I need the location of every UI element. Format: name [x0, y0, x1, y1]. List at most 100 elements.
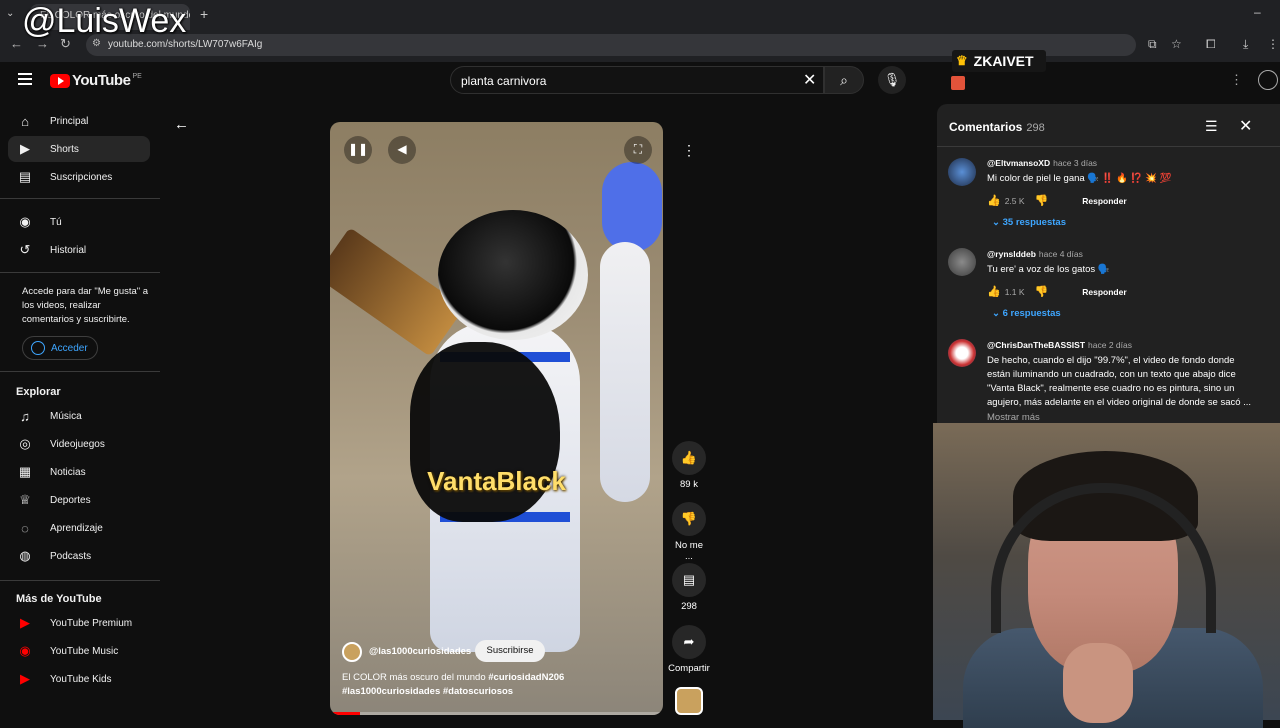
fullscreen-button[interactable]: ⛶: [624, 136, 652, 164]
channel-name[interactable]: @las1000curiosidades: [369, 646, 471, 657]
view-replies-button[interactable]: ⌄ 35 respuestas: [992, 217, 1066, 228]
menu-icon[interactable]: [18, 73, 32, 85]
video-progress-bar[interactable]: [330, 712, 663, 715]
trophy-icon: ♕: [19, 492, 31, 507]
channel-avatar[interactable]: [342, 642, 362, 662]
sidebar-item-noticias[interactable]: ▦ Noticias: [8, 459, 150, 485]
comment-username: @EltvmansoXD: [987, 158, 1051, 168]
history-icon: ↺: [19, 242, 31, 257]
reply-button[interactable]: Responder: [1082, 287, 1126, 297]
comment-time: hace 4 días: [1038, 249, 1083, 259]
like-button[interactable]: 👍 89 k: [671, 441, 707, 490]
streamer-watermark: @LuisWex: [22, 2, 187, 40]
sidebar-item-principal[interactable]: ⌂ Principal: [8, 108, 150, 134]
account-avatar-icon[interactable]: [1258, 70, 1278, 90]
webcam-overlay: [933, 423, 1280, 728]
minimize-icon[interactable]: –: [1254, 5, 1261, 19]
channel-thumbnail[interactable]: [675, 687, 703, 715]
show-more-link[interactable]: Mostrar más: [987, 412, 1040, 423]
comment-avatar[interactable]: [948, 339, 976, 367]
sidebar-item-aprendizaje[interactable]: ◌ Aprendizaje: [8, 515, 150, 541]
sidebar-item-shorts[interactable]: ▶ Shorts: [8, 136, 150, 162]
comment-text: Tu ere' a voz de los gatos 🗣️: [987, 264, 1110, 275]
hashtags[interactable]: #las1000curiosidades #datoscuriosos: [342, 686, 513, 697]
back-arrow-icon[interactable]: ←: [174, 116, 189, 133]
search-input[interactable]: planta carnivora: [450, 66, 824, 94]
sidebar-item-deportes[interactable]: ♕ Deportes: [8, 487, 150, 513]
more-youtube-title: Más de YouTube: [16, 593, 102, 605]
view-replies-button[interactable]: ⌄ 6 respuestas: [992, 308, 1061, 319]
clear-search-icon[interactable]: ✕: [803, 70, 816, 90]
sidebar-item-label: Aprendizaje: [50, 522, 103, 534]
replies-count: 35 respuestas: [1002, 217, 1066, 228]
download-icon[interactable]: ⤓: [1243, 37, 1248, 52]
dislike-button[interactable]: 👎 No me ...: [671, 502, 707, 562]
thumbs-down-icon: 👎: [672, 502, 706, 536]
webcam-hand: [1063, 643, 1133, 723]
comment-time: hace 3 días: [1053, 158, 1098, 168]
youtube-premium-icon: ▶: [20, 615, 30, 630]
comment-avatar[interactable]: [948, 248, 976, 276]
shorts-icon: ▶: [20, 141, 30, 156]
comment-actions: 👍 1.1 K 👎 Responder: [987, 285, 1127, 298]
comments-panel: Comentarios 298 ☰ ✕ @EltvmansoXD hace 3 dí…: [937, 104, 1280, 434]
subscribe-button[interactable]: Suscribirse: [475, 640, 545, 662]
sidebar-item-tu[interactable]: ◉ Tú: [8, 209, 150, 235]
sidebar-item-podcasts[interactable]: ◍ Podcasts: [8, 543, 150, 569]
hashtag[interactable]: #curiosidadN206: [488, 672, 564, 683]
dislike-icon[interactable]: 👎: [1035, 285, 1049, 298]
signin-prompt: Accede para dar "Me gusta" a los videos,…: [22, 286, 149, 325]
sidebar-item-videojuegos[interactable]: ◎ Videojuegos: [8, 431, 150, 457]
youtube-music-icon: ◉: [19, 643, 31, 658]
dislike-icon[interactable]: 👎: [1035, 194, 1049, 207]
tab-list-icon[interactable]: ⌄: [6, 8, 14, 19]
signin-button[interactable]: Acceder: [22, 336, 98, 360]
sidebar-item-youtube-kids[interactable]: ▶ YouTube Kids: [8, 666, 150, 692]
install-icon[interactable]: ⧉: [1148, 37, 1157, 52]
video-title[interactable]: El COLOR más oscuro del mundo #curiosida…: [342, 671, 642, 699]
sidebar-item-label: Música: [50, 410, 82, 422]
browser-menu-icon[interactable]: ⋮: [1267, 37, 1279, 51]
video-overlay-text: VantaBlack: [427, 466, 566, 496]
youtube-play-icon: [50, 73, 70, 88]
comment-text: De hecho, cuando el dijo "99.7%", el vid…: [987, 355, 1252, 408]
close-icon[interactable]: ✕: [1239, 116, 1252, 136]
like-icon[interactable]: 👍: [987, 285, 1001, 298]
sidebar-item-youtube-music[interactable]: ◉ YouTube Music: [8, 638, 150, 664]
comment-author[interactable]: @ChrisDanTheBASSIST hace 2 días: [987, 340, 1132, 350]
youtube-logo[interactable]: YouTube PE: [50, 72, 142, 89]
comment-author[interactable]: @EltvmansoXD hace 3 días: [987, 158, 1097, 168]
voice-search-button[interactable]: 🎙: [878, 66, 906, 94]
sidebar-item-musica[interactable]: ♫ Música: [8, 403, 150, 429]
sidebar-divider: [0, 371, 160, 372]
search-icon: ⌕: [840, 72, 848, 88]
bookmark-star-icon[interactable]: ☆: [1171, 37, 1182, 51]
like-icon[interactable]: 👍: [987, 194, 1001, 207]
streamer-badge: ♛ ZKAIVET: [952, 50, 1046, 72]
comment-avatar[interactable]: [948, 158, 976, 186]
share-icon: ➦: [672, 625, 706, 659]
extensions-icon[interactable]: ⧠: [1206, 37, 1216, 52]
comments-button[interactable]: ▤ 298: [671, 563, 707, 612]
comment-author[interactable]: @rynslddeb hace 4 días: [987, 249, 1083, 259]
short-video-player[interactable]: ❚❚ ◀ ⛶ VantaBlack @las1000curiosidades S…: [330, 122, 663, 715]
sidebar-item-label: Suscripciones: [50, 171, 113, 183]
pause-button[interactable]: ❚❚: [344, 136, 372, 164]
crown-icon: ♛: [956, 53, 968, 68]
streamer-name: ZKAIVET: [973, 53, 1034, 69]
more-options-icon[interactable]: ⋮: [682, 142, 696, 159]
new-tab-icon[interactable]: +: [200, 6, 208, 22]
sidebar-item-youtube-premium[interactable]: ▶ YouTube Premium: [8, 610, 150, 636]
comment-icon: ▤: [672, 563, 706, 597]
tab-bar: ⌄ EL COLOR más oscuro del mundo + –: [0, 0, 1280, 30]
reply-button[interactable]: Responder: [1082, 196, 1126, 206]
volume-button[interactable]: ◀: [388, 136, 416, 164]
sort-icon[interactable]: ☰: [1205, 118, 1218, 135]
sidebar-item-historial[interactable]: ↺ Historial: [8, 237, 150, 263]
sidebar-item-suscripciones[interactable]: ▤ Suscripciones: [8, 164, 150, 190]
progress-fill: [330, 712, 360, 715]
search-button[interactable]: ⌕: [824, 66, 864, 94]
overlay-emote-icon: [951, 76, 965, 90]
settings-dots-icon[interactable]: ⋮: [1230, 72, 1243, 88]
share-button[interactable]: ➦ Compartir: [664, 625, 714, 674]
